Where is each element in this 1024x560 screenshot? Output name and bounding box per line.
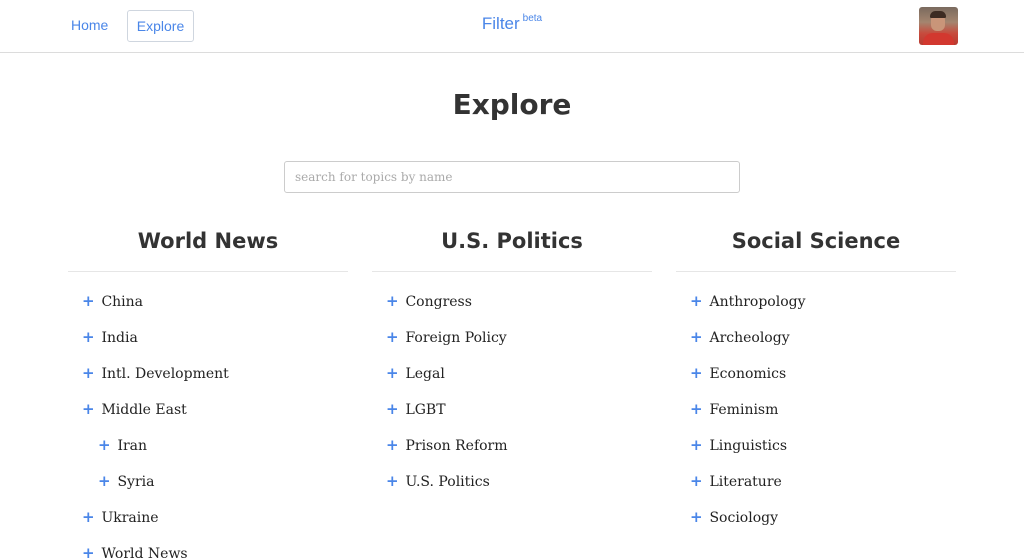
- topic-item[interactable]: + Foreign Policy: [372, 320, 652, 356]
- topic-item[interactable]: + Linguistics: [676, 428, 956, 464]
- plus-icon[interactable]: +: [82, 320, 97, 354]
- topic-list: + China + India + Intl. Development + Mi…: [68, 272, 348, 560]
- topic-list: + Anthropology + Archeology + Economics …: [676, 272, 956, 536]
- subtopic-item[interactable]: + Syria: [68, 464, 348, 500]
- plus-icon[interactable]: +: [690, 284, 705, 318]
- column-title: Social Science: [676, 224, 956, 272]
- plus-icon[interactable]: +: [386, 428, 401, 462]
- avatar-shirt: [923, 33, 954, 45]
- page-title: Explore: [452, 88, 572, 121]
- subtopic-item[interactable]: + Iran: [68, 428, 348, 464]
- topic-label[interactable]: Intl. Development: [101, 366, 228, 382]
- topic-label[interactable]: World News: [101, 546, 187, 560]
- topic-label[interactable]: Archeology: [709, 330, 789, 346]
- topic-item[interactable]: + LGBT: [372, 392, 652, 428]
- plus-icon[interactable]: +: [386, 392, 401, 426]
- topic-item[interactable]: + China: [68, 284, 348, 320]
- avatar[interactable]: [919, 7, 958, 45]
- topic-item[interactable]: + Middle East: [68, 392, 348, 428]
- plus-icon[interactable]: +: [82, 356, 97, 390]
- topic-label[interactable]: Feminism: [709, 402, 778, 418]
- search-input[interactable]: [284, 161, 740, 193]
- topic-item[interactable]: + Feminism: [676, 392, 956, 428]
- plus-icon[interactable]: +: [82, 536, 97, 560]
- topic-item[interactable]: + Intl. Development: [68, 356, 348, 392]
- topic-list: + Congress + Foreign Policy + Legal + LG…: [372, 272, 652, 500]
- topic-label[interactable]: Ukraine: [101, 510, 158, 526]
- topic-item[interactable]: + Economics: [676, 356, 956, 392]
- topic-item[interactable]: + Prison Reform: [372, 428, 652, 464]
- topic-label[interactable]: Anthropology: [709, 294, 805, 310]
- column-title: U.S. Politics: [372, 224, 652, 272]
- topic-item[interactable]: + Archeology: [676, 320, 956, 356]
- plus-icon[interactable]: +: [690, 500, 705, 534]
- topic-label[interactable]: U.S. Politics: [405, 474, 489, 490]
- plus-icon[interactable]: +: [98, 464, 113, 498]
- topic-item[interactable]: + Anthropology: [676, 284, 956, 320]
- plus-icon[interactable]: +: [386, 284, 401, 318]
- topic-label[interactable]: Economics: [709, 366, 786, 382]
- topic-label[interactable]: Literature: [709, 474, 781, 490]
- topic-label[interactable]: LGBT: [405, 402, 445, 418]
- topic-label[interactable]: Congress: [405, 294, 471, 310]
- plus-icon[interactable]: +: [386, 356, 401, 390]
- plus-icon[interactable]: +: [690, 464, 705, 498]
- brand-name[interactable]: Filter: [482, 14, 520, 33]
- topic-label[interactable]: Syria: [117, 474, 154, 490]
- column-title: World News: [68, 224, 348, 272]
- topic-item[interactable]: + U.S. Politics: [372, 464, 652, 500]
- topic-item[interactable]: + Legal: [372, 356, 652, 392]
- topic-label[interactable]: India: [101, 330, 137, 346]
- plus-icon[interactable]: +: [82, 500, 97, 534]
- topic-column-us-politics: U.S. Politics + Congress + Foreign Polic…: [372, 224, 652, 500]
- plus-icon[interactable]: +: [690, 320, 705, 354]
- topic-label[interactable]: Sociology: [709, 510, 778, 526]
- topic-item[interactable]: + Literature: [676, 464, 956, 500]
- topic-item[interactable]: + Congress: [372, 284, 652, 320]
- plus-icon[interactable]: +: [98, 428, 113, 462]
- topic-label[interactable]: Prison Reform: [405, 438, 507, 454]
- topic-label[interactable]: Legal: [405, 366, 444, 382]
- plus-icon[interactable]: +: [386, 464, 401, 498]
- topic-column-world-news: World News + China + India + Intl. Devel…: [68, 224, 348, 560]
- plus-icon[interactable]: +: [82, 284, 97, 318]
- plus-icon[interactable]: +: [82, 392, 97, 426]
- topic-item[interactable]: + Ukraine: [68, 500, 348, 536]
- topic-label[interactable]: Middle East: [101, 402, 186, 418]
- topic-item[interactable]: + Sociology: [676, 500, 956, 536]
- topic-label[interactable]: Linguistics: [709, 438, 787, 454]
- topic-label[interactable]: Iran: [117, 438, 147, 454]
- plus-icon[interactable]: +: [690, 356, 705, 390]
- topic-item[interactable]: + World News: [68, 536, 348, 560]
- topic-label[interactable]: Foreign Policy: [405, 330, 506, 346]
- beta-badge: beta: [522, 13, 543, 24]
- topic-label[interactable]: China: [101, 294, 143, 310]
- topic-column-social-science: Social Science + Anthropology + Archeolo…: [676, 224, 956, 536]
- plus-icon[interactable]: +: [386, 320, 401, 354]
- navbar: Home Explore Filter beta: [0, 0, 1024, 53]
- topic-item[interactable]: + India: [68, 320, 348, 356]
- plus-icon[interactable]: +: [690, 428, 705, 462]
- avatar-hair: [930, 11, 946, 18]
- brand-logo[interactable]: Filter beta: [0, 13, 1024, 34]
- plus-icon[interactable]: +: [690, 392, 705, 426]
